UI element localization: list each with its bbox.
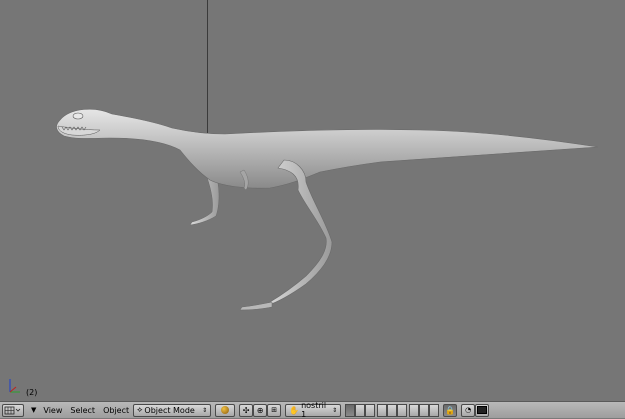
menu-view[interactable]: View [39,406,66,415]
render-icon: ◔ [465,406,472,414]
lock-button[interactable]: 🔒 [443,403,458,417]
manipulator-icon: ⊕ [256,405,264,415]
eye [72,112,84,120]
object-mode-icon: ⟡ [137,405,143,414]
render-preview-button[interactable]: ◔ [461,403,476,417]
layer-button[interactable] [397,403,408,417]
camera-icon [477,406,488,414]
layer-button[interactable] [409,403,420,417]
foot-toes [239,301,273,311]
manipulator-mode-button[interactable]: ⊞ [267,403,282,417]
menu-object[interactable]: Object [99,406,133,415]
mode-label: Object Mode [144,405,195,415]
dropdown-arrows-icon: ⇕ [332,406,338,414]
layer-buttons-group-1 [345,403,376,417]
pivot-icon: ✣ [242,405,250,415]
dinosaur-body [56,108,599,189]
solid-shading-icon [221,406,230,414]
menu-select[interactable]: Select [66,406,99,415]
layer-button[interactable] [429,403,440,417]
dropdown-arrows-icon: ⇕ [202,406,208,414]
mode-dropdown[interactable]: ⟡ Object Mode ⇕ [133,403,212,417]
editor-type-button[interactable] [2,403,24,417]
lock-icon: 🔒 [445,405,456,415]
layer-button[interactable] [419,403,430,417]
hand-icon: ✋ [289,405,300,415]
collapse-menu-icon[interactable]: ▼ [28,406,39,414]
viewport-header: ▼ View Select Object ⟡ Object Mode ⇕ ✣ ⊕… [0,401,625,419]
layer-button[interactable] [365,403,376,417]
shading-dropdown[interactable] [215,403,236,417]
layer-button[interactable] [387,403,398,417]
layer-buttons-group-3 [409,403,440,417]
pivot-button[interactable]: ✣ [239,403,254,417]
axis-gizmo-icon [9,379,20,393]
dinosaur-mesh[interactable] [0,0,625,401]
rotate-manipulator-icon: ⊞ [271,406,278,414]
layer-button[interactable] [355,403,366,417]
layer-buttons-group-2 [377,403,408,417]
frame-label: (2) [26,388,38,397]
layer-dropdown[interactable]: ✋ nostril 1 ⇕ [285,401,342,419]
3d-viewport[interactable]: (2) [0,0,625,401]
manipulator-toggle[interactable]: ⊕ [253,403,268,417]
layer-button[interactable] [345,403,356,417]
layer-button[interactable] [377,403,388,417]
view3d-grid-icon [4,406,21,414]
render-image-button[interactable] [475,403,490,417]
active-layer-label: nostril 1 [301,401,327,419]
